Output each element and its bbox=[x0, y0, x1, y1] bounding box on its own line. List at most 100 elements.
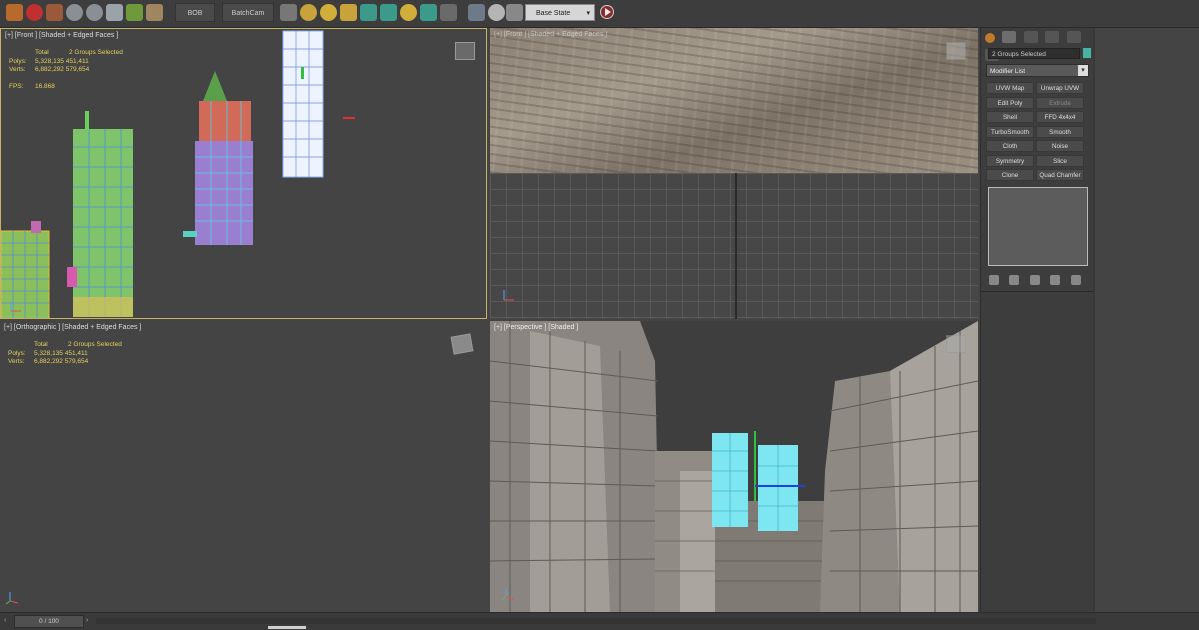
stats-polys-selected: 451,411 bbox=[65, 57, 89, 65]
modifier-button-turbosmooth[interactable]: TurboSmooth bbox=[986, 125, 1034, 138]
viewcube-icon[interactable] bbox=[946, 42, 966, 60]
state-select-value: Base State bbox=[536, 10, 571, 17]
modifier-stack[interactable] bbox=[988, 187, 1088, 266]
viewcube-icon[interactable] bbox=[455, 42, 475, 60]
material-icon[interactable] bbox=[46, 4, 63, 21]
modifier-list-dropdown[interactable]: Modifier List ▾ bbox=[986, 64, 1089, 77]
align-icon[interactable] bbox=[380, 4, 397, 21]
transform-gizmo-icon[interactable] bbox=[343, 117, 355, 119]
modify-tab-icon[interactable] bbox=[1002, 31, 1017, 43]
timeline: ‹ 0 / 100 › bbox=[0, 612, 1199, 630]
rotate-icon[interactable] bbox=[320, 4, 337, 21]
axis-tripod-icon bbox=[503, 290, 514, 301]
show-end-result-icon[interactable] bbox=[1009, 275, 1020, 285]
state-select[interactable]: Base State ▾ bbox=[525, 4, 595, 21]
stats-total-label: Total bbox=[35, 49, 49, 56]
configure-sets-icon[interactable] bbox=[1070, 275, 1081, 285]
stats-verts-selected: 579,654 bbox=[65, 66, 90, 73]
grid-icon[interactable] bbox=[280, 4, 297, 21]
axis-tripod-icon bbox=[502, 588, 515, 601]
stats-polys-label: Polys: bbox=[8, 349, 26, 357]
previous-frame-icon[interactable]: ‹ bbox=[4, 616, 12, 626]
viewport-orthographic[interactable]: [+] [Orthographic ] [Shaded + Edged Face… bbox=[0, 321, 487, 612]
modifier-button-smooth[interactable]: Smooth bbox=[1036, 125, 1084, 138]
zoom-icon[interactable] bbox=[300, 4, 317, 21]
modifier-list-label: Modifier List bbox=[990, 68, 1026, 75]
modifier-button-slice[interactable]: Slice bbox=[1036, 154, 1084, 167]
axis-tripod-icon bbox=[6, 592, 19, 605]
viewport-label[interactable]: [+] [Front ] [Shaded + Edged Faces ] bbox=[494, 31, 607, 38]
render-icon[interactable] bbox=[26, 4, 43, 21]
object-color-swatch[interactable] bbox=[1083, 48, 1091, 58]
viewport-perspective[interactable]: [+] [Perspective ] [Shaded ] bbox=[490, 321, 978, 612]
viewport-front[interactable]: [+] [Front ] [Shaded + Edged Faces ] Tot… bbox=[0, 28, 487, 319]
gear-icon[interactable] bbox=[86, 4, 103, 21]
modifier-button-edit-poly[interactable]: Edit Poly bbox=[986, 96, 1034, 109]
side-strip bbox=[1093, 28, 1199, 612]
stats-polys-selected: 451,411 bbox=[64, 349, 88, 357]
building-model[interactable] bbox=[181, 71, 255, 247]
stats-polys-total: 5,328,135 bbox=[35, 57, 64, 65]
modifier-button-unwrap-uvw[interactable]: Unwrap UVW bbox=[1036, 82, 1084, 94]
move-icon[interactable] bbox=[360, 4, 377, 21]
stats-overlay: Total 2 Groups Selected Polys: 5,328,135 4… bbox=[8, 341, 122, 367]
stack-tools bbox=[989, 272, 1087, 285]
selected-building-model[interactable] bbox=[269, 29, 333, 179]
teapot-icon[interactable] bbox=[6, 4, 23, 21]
batchcam-button[interactable]: BatchCam bbox=[222, 3, 274, 22]
viewport-label[interactable]: [+] [Front ] [Shaded + Edged Faces ] bbox=[5, 32, 118, 39]
viewport-front-detail[interactable]: [+] [Front ] [Shaded + Edged Faces ] bbox=[490, 28, 978, 319]
modifier-button-cloth[interactable]: Cloth bbox=[986, 140, 1034, 152]
next-frame-icon[interactable]: › bbox=[86, 616, 94, 626]
stats-selection: 2 Groups Selected bbox=[68, 341, 122, 348]
command-panel: 2 Groups Selected Modifier List ▾ UVW Ma… bbox=[980, 28, 1093, 612]
object-name-field[interactable]: 2 Groups Selected bbox=[988, 48, 1080, 59]
viewcube-icon[interactable] bbox=[450, 333, 474, 355]
bob-button[interactable]: BOB bbox=[175, 3, 215, 22]
play-icon[interactable] bbox=[600, 5, 614, 19]
refresh-icon[interactable] bbox=[400, 4, 417, 21]
stats-total-label: Total bbox=[34, 341, 48, 348]
stats-fps-label: FPS: bbox=[9, 82, 24, 90]
time-slider[interactable]: 0 / 100 bbox=[14, 615, 84, 628]
motion-tab-icon[interactable] bbox=[1045, 31, 1060, 43]
modifier-button-symmetry[interactable]: Symmetry bbox=[986, 154, 1034, 167]
pin-stack-icon[interactable] bbox=[989, 275, 999, 285]
viewport-label[interactable]: [+] [Perspective ] [Shaded ] bbox=[494, 324, 578, 331]
hierarchy-tab-icon[interactable] bbox=[1023, 31, 1038, 43]
remove-modifier-icon[interactable] bbox=[1050, 275, 1061, 285]
settings-gear-icon[interactable] bbox=[66, 4, 83, 21]
modifier-button-extrude[interactable]: Extrude bbox=[1036, 96, 1084, 109]
teapot-render-icon[interactable] bbox=[488, 4, 505, 21]
fish-icon[interactable] bbox=[106, 4, 123, 21]
building-model[interactable] bbox=[59, 107, 139, 319]
stats-overlay: Total 2 Groups Selected Polys: 5,328,135 4… bbox=[9, 49, 123, 91]
snap-icon[interactable] bbox=[420, 4, 437, 21]
display-tab-icon[interactable] bbox=[1066, 31, 1081, 43]
make-unique-icon[interactable] bbox=[1029, 275, 1040, 285]
layer-icon[interactable] bbox=[440, 4, 457, 21]
modifier-button-uvw-map[interactable]: UVW Map bbox=[986, 82, 1034, 94]
tree-icon[interactable] bbox=[126, 4, 143, 21]
stats-verts-label: Verts: bbox=[9, 66, 26, 73]
viewcube-icon[interactable] bbox=[946, 335, 966, 353]
create-tab-icon[interactable] bbox=[985, 33, 995, 43]
timeline-track[interactable] bbox=[96, 618, 1096, 624]
stats-polys-label: Polys: bbox=[9, 57, 27, 65]
command-panel-tabs bbox=[985, 30, 1093, 61]
scale-icon[interactable] bbox=[340, 4, 357, 21]
modifier-button-quad-chamfer[interactable]: Quad Chamfer bbox=[1036, 169, 1084, 181]
box-icon[interactable] bbox=[146, 4, 163, 21]
viewport-label[interactable]: [+] [Orthographic ] [Shaded + Edged Face… bbox=[4, 324, 141, 331]
modifier-button-clone[interactable]: Clone bbox=[986, 169, 1034, 181]
graph-editor-icon[interactable] bbox=[468, 4, 485, 21]
modifier-button-noise[interactable]: Noise bbox=[1036, 140, 1084, 152]
divider bbox=[981, 291, 1093, 292]
modifier-buttons: UVW Map Unwrap UVW Edit Poly Extrude Shell FF… bbox=[986, 82, 1090, 184]
main-toolbar: BOB BatchCam Base State ▾ bbox=[0, 0, 1199, 28]
stats-selection: 2 Groups Selected bbox=[69, 49, 123, 56]
chevron-down-icon: ▾ bbox=[586, 10, 590, 17]
camera-icon[interactable] bbox=[506, 4, 523, 21]
modifier-button-ffd-4x4x4[interactable]: FFD 4x4x4 bbox=[1036, 111, 1084, 123]
modifier-button-shell[interactable]: Shell bbox=[986, 111, 1034, 123]
